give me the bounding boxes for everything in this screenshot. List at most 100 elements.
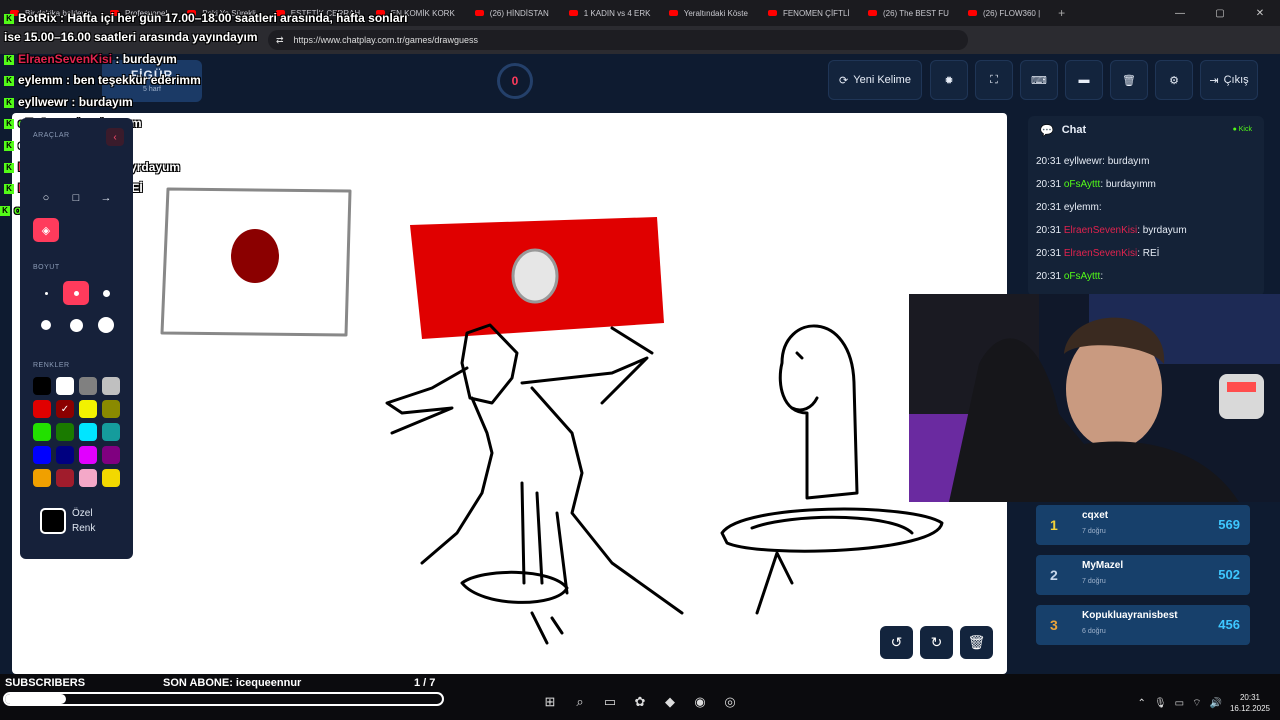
figure-right-head xyxy=(778,324,859,500)
search-icon[interactable]: ⌕ xyxy=(570,692,590,712)
overlay-text: burdayım xyxy=(78,95,133,109)
color-swatch[interactable] xyxy=(79,377,97,395)
leaderboard-row: 1 cqxet 7 doğru 569 xyxy=(1036,505,1250,545)
fullscreen-button[interactable]: ⛶ xyxy=(975,60,1013,100)
chat-title: Chat xyxy=(1061,124,1087,136)
discord-icon[interactable]: ◉ xyxy=(690,692,710,712)
color-swatch[interactable] xyxy=(56,446,74,464)
color-swatch[interactable] xyxy=(33,400,51,418)
drawing-canvas[interactable]: ↺ ↻ 🗑 xyxy=(12,113,1007,674)
color-swatch[interactable] xyxy=(79,423,97,441)
chevron-up-icon[interactable]: ⌃ xyxy=(1138,698,1146,709)
windows-start-icon[interactable]: ⊞ xyxy=(540,692,560,712)
keyboard-button[interactable]: ⌨ xyxy=(1020,60,1058,100)
undo-button[interactable]: ↺ xyxy=(880,626,913,659)
color-swatch[interactable] xyxy=(102,469,120,487)
color-swatch[interactable] xyxy=(79,469,97,487)
chat-message: 20:31 ElraenSevenKisi: REİ xyxy=(1036,248,1160,259)
size-xxl[interactable] xyxy=(93,313,119,337)
size-m[interactable] xyxy=(93,281,119,305)
rectangle-tool-icon[interactable]: □ xyxy=(65,188,87,208)
volume-icon[interactable]: 🔊 xyxy=(1210,698,1222,709)
minimize-icon[interactable]: — xyxy=(1160,0,1200,26)
address-bar[interactable]: ⇄ https://www.chatplay.com.tr/games/draw… xyxy=(268,30,968,50)
new-tab-button[interactable]: + xyxy=(1050,6,1073,20)
youtube-icon xyxy=(568,10,578,16)
delete-button[interactable]: 🗑 xyxy=(1110,60,1148,100)
color-swatch[interactable] xyxy=(102,377,120,395)
chat-user[interactable]: oFsAyttt xyxy=(1064,179,1101,190)
leaderboard-score: 569 xyxy=(1218,517,1240,532)
redo-icon: ↻ xyxy=(930,634,943,650)
figure-left-head xyxy=(460,323,519,405)
expand-icon: ⛶ xyxy=(990,73,998,86)
size-l[interactable] xyxy=(33,313,59,337)
wifi-icon[interactable]: ⌔ xyxy=(1192,697,1201,710)
figure-left-base xyxy=(460,570,569,604)
chat-time: 20:31 xyxy=(1036,156,1062,167)
leaderboard-name: cqxet xyxy=(1082,510,1109,521)
color-swatch[interactable] xyxy=(56,469,74,487)
chat-user[interactable]: ElraenSevenKisi xyxy=(1064,225,1137,236)
browser-tab[interactable]: (26) FLOW360 | xyxy=(958,0,1050,26)
chat-user[interactable]: eylemm xyxy=(1064,202,1099,213)
japan-flag-circle xyxy=(231,229,279,283)
circle-tool-icon[interactable]: ○ xyxy=(35,188,57,208)
brave-browser-icon[interactable]: ◆ xyxy=(660,692,680,712)
overlay-text: ben teşekkür ederimm xyxy=(73,73,201,87)
maximize-icon[interactable]: ▢ xyxy=(1200,0,1240,26)
clear-canvas-button[interactable]: 🗑 xyxy=(960,626,993,659)
color-swatch[interactable] xyxy=(56,423,74,441)
chat-user[interactable]: oFsAyttt xyxy=(1064,271,1101,282)
leaderboard-row: 3 Kopukluayranisbest 6 doğru 456 xyxy=(1036,605,1250,645)
color-swatch[interactable] xyxy=(102,400,120,418)
leaderboard-correct: 7 doğru xyxy=(1082,578,1106,585)
color-swatch[interactable] xyxy=(33,469,51,487)
archive-button[interactable]: ▬ xyxy=(1065,60,1103,100)
exit-button[interactable]: ⇥ Çıkış xyxy=(1200,60,1258,100)
browser-tab[interactable]: (26) HİNDİSTAN xyxy=(465,0,559,26)
display-icon[interactable]: ▭ xyxy=(1175,698,1184,709)
overlay-chat-line: K ElraenSevenKisi : burdayım xyxy=(4,52,177,66)
browser-tab[interactable]: Yeraltındaki Köste xyxy=(659,0,758,26)
leaderboard-name: MyMazel xyxy=(1082,560,1124,571)
site-settings-icon[interactable]: ⇄ xyxy=(276,35,284,46)
kick-icon: K xyxy=(4,75,14,86)
chat-user[interactable]: ElraenSevenKisi xyxy=(1064,248,1137,259)
steam-icon[interactable]: ◎ xyxy=(720,692,740,712)
fill-tool-button[interactable]: ◈ xyxy=(33,218,59,242)
color-swatch[interactable] xyxy=(33,446,51,464)
color-swatch[interactable] xyxy=(56,377,74,395)
chat-message: 20:31 oFsAyttt: burdayımm xyxy=(1036,179,1156,190)
size-xl[interactable] xyxy=(63,313,89,337)
color-swatch[interactable] xyxy=(102,446,120,464)
file-explorer-icon[interactable]: ▭ xyxy=(600,692,620,712)
browser-tab[interactable]: 1 KADIN vs 4 ERK xyxy=(559,0,659,26)
settings-cog-button[interactable]: ✹ xyxy=(930,60,968,100)
collapse-panel-button[interactable]: ‹ xyxy=(106,128,124,146)
chatgpt-icon[interactable]: ✿ xyxy=(630,692,650,712)
custom-color-label: Özel Renk xyxy=(72,506,95,536)
browser-tab[interactable]: (26) The BEST FU xyxy=(858,0,958,26)
redo-button[interactable]: ↻ xyxy=(920,626,953,659)
chat-user[interactable]: eyllwewr xyxy=(1064,156,1102,167)
color-swatch[interactable] xyxy=(33,423,51,441)
microphone-icon[interactable]: 🎙 xyxy=(1154,698,1167,709)
clock[interactable]: 20:31 16.12.2025 xyxy=(1230,692,1270,714)
browser-tab[interactable]: FENOMEN ÇİFTLİ xyxy=(758,0,858,26)
color-swatch[interactable] xyxy=(102,423,120,441)
size-xs[interactable] xyxy=(33,281,59,305)
new-word-button[interactable]: ⟳ Yeni Kelime xyxy=(828,60,922,100)
browser-tab-label: (26) HİNDİSTAN xyxy=(489,8,549,18)
tools-label: ARAÇLAR xyxy=(33,132,70,139)
color-swatch[interactable] xyxy=(79,400,97,418)
red-flag-circle xyxy=(511,248,559,304)
size-s[interactable] xyxy=(63,281,89,305)
arrow-tool-icon[interactable]: → xyxy=(95,188,117,208)
color-swatch[interactable] xyxy=(33,377,51,395)
close-icon[interactable]: ✕ xyxy=(1240,0,1280,26)
settings-button[interactable]: ⚙ xyxy=(1155,60,1193,100)
color-swatch[interactable] xyxy=(79,446,97,464)
color-swatch[interactable]: ✓ xyxy=(56,400,74,418)
custom-color-swatch[interactable] xyxy=(40,508,66,534)
